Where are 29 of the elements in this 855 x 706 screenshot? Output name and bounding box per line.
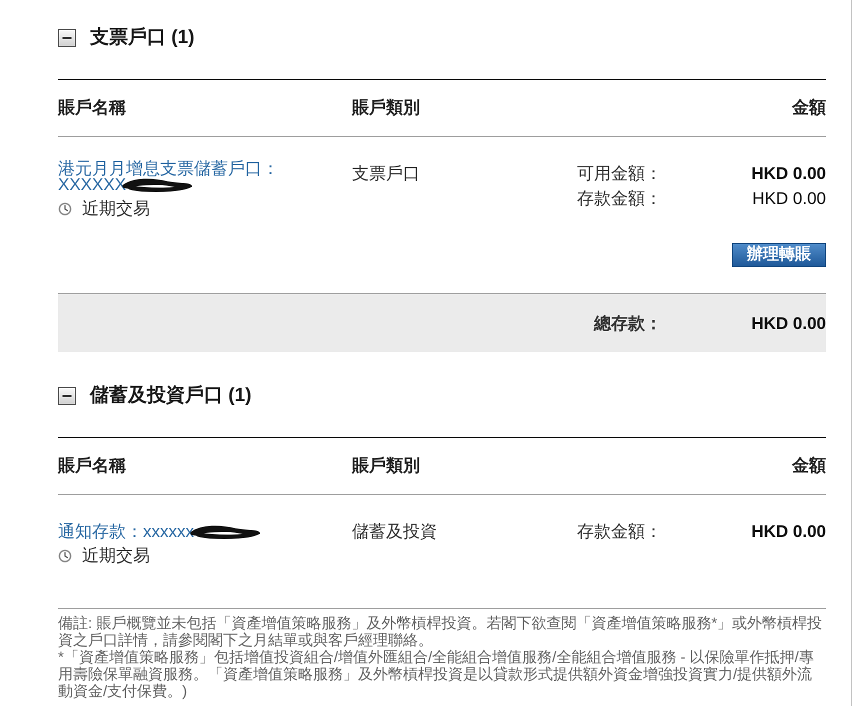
total-label: 總存款：	[592, 312, 662, 334]
column-header: 賬戶名稱	[58, 455, 127, 478]
amount-value: HKD 0.00	[751, 188, 826, 210]
column-header: 賬戶名稱	[58, 97, 127, 120]
account-type: 儲蓄及投資	[352, 522, 437, 541]
amount-label: 可用金額：	[576, 163, 662, 185]
amount-value: HKD 0.00	[750, 163, 826, 185]
collapse-icon[interactable]	[58, 387, 76, 405]
column-header: 金額	[791, 97, 826, 120]
amount-value: HKD 0.00	[750, 521, 826, 543]
clock-icon	[58, 202, 72, 216]
account-link[interactable]: 通知存款：xxxxxx	[58, 524, 260, 540]
recent-transactions-link[interactable]: 近期交易	[58, 198, 150, 220]
column-header: 賬戶類別	[352, 97, 421, 120]
collapse-icon[interactable]	[58, 29, 76, 47]
clock-icon	[58, 548, 72, 562]
account-link[interactable]: 港元月月增息支票儲蓄戶口：XXXXXX	[58, 161, 313, 193]
transfer-button[interactable]: 辦理轉賬	[732, 243, 826, 267]
section-title: 儲蓄及投資戶口 (1)	[90, 386, 252, 406]
footnote-text: *「資產增值策略服務」包括增值投資組合/增值外匯組合/全能組合增值服務/全能組合增值服務 - 以保險單作抵押/專用壽險保單融資服務。「資產增值策略服務」及外幣槓桿投資是以貸款形式提供額外資金增強投資實力/提供額外流動資金/支付保費。)	[58, 649, 815, 700]
column-header: 金額	[791, 455, 826, 478]
note-text: 備註: 賬戶概覽並未包括「資產增值策略服務」及外幣槓桿投資。若閣下欲查閱「資產增值策略服務*」或外幣槓桿投資之戶口詳情，請參閱閣下之月結單或與客戶經理聯絡。	[58, 615, 824, 649]
amount-label: 存款金額：	[576, 188, 662, 210]
total-value: HKD 0.00	[750, 312, 826, 334]
account-type: 支票戶口	[352, 164, 420, 183]
section-title: 支票戶口 (1)	[90, 28, 194, 48]
amount-label: 存款金額：	[576, 521, 662, 543]
column-header: 賬戶類別	[352, 455, 421, 478]
recent-transactions-link[interactable]: 近期交易	[58, 544, 150, 566]
